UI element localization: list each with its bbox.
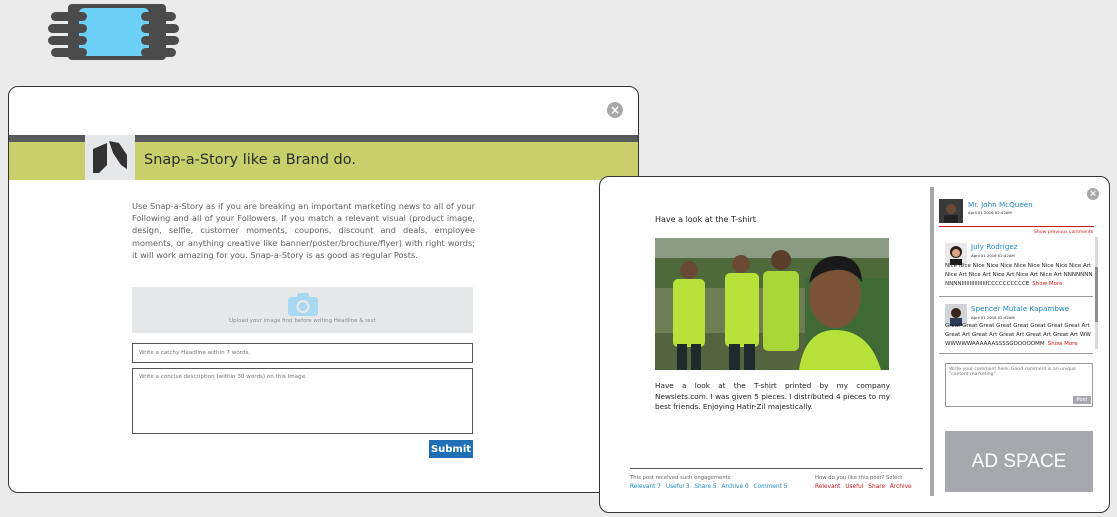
show-previous-comments-link[interactable]: Show previous comments (1034, 230, 1093, 235)
upload-label: Upload your image first before writing H… (229, 318, 376, 324)
post-body: Have a look at the T-shirt printed by my… (655, 381, 890, 411)
panel-title: Snap-a-Story like a Brand do. (144, 152, 356, 168)
comment-input[interactable] (945, 363, 1093, 407)
react-useful[interactable]: Useful (845, 484, 863, 490)
close-icon[interactable]: × (607, 102, 623, 118)
engagement-label: This post received such engagements (630, 475, 731, 481)
comment-text: Great Great Great Great Great Great Grea… (945, 322, 1095, 349)
comment-divider (939, 353, 1093, 354)
newslets-logo-icon (93, 141, 127, 173)
snap-a-story-panel: × Snap-a-Story like a Brand do. Use Snap… (8, 86, 639, 493)
stat-relevant[interactable]: Relevant 7 (630, 484, 661, 490)
stat-comment[interactable]: Comment 5 (754, 484, 788, 490)
commenter-name[interactable]: July Rodrigez (971, 242, 1018, 251)
brand-logo (85, 135, 135, 180)
author-name[interactable]: Mr. John McQueen (968, 200, 1033, 209)
comment-body: Nice Nice Nice Nice Nice Nice Nice Nice … (945, 263, 1093, 287)
commenter-name[interactable]: Spencer Mutale Kapambwe (971, 304, 1069, 313)
stat-share[interactable]: Share 5 (694, 484, 716, 490)
react-share[interactable]: Share (868, 484, 885, 490)
intro-text: Use Snap-a-Story as if you are breaking … (132, 201, 475, 260)
post-comment-button[interactable]: Post (1073, 396, 1091, 404)
stat-useful[interactable]: Useful 3 (666, 484, 690, 490)
submit-button[interactable]: Submit (429, 440, 473, 458)
react-relevant[interactable]: Relevant (815, 484, 840, 490)
panel-divider (930, 187, 934, 496)
post-preview-panel: × Have a look at the T-shirt Have a look… (599, 176, 1110, 513)
engagement-stats: Relevant 7 Useful 3 Share 5 Archive 0 Co… (630, 484, 790, 490)
post-photo (655, 238, 889, 370)
react-archive[interactable]: Archive (890, 484, 912, 490)
comment-divider (939, 296, 1093, 297)
stat-archive[interactable]: Archive 0 (721, 484, 748, 490)
reaction-options: Relevant Useful Share Archive (815, 484, 915, 490)
author-date: April 01 2016 02:42AM (968, 210, 1012, 215)
reaction-question: How do you like this post? Select (815, 475, 903, 481)
headline-input[interactable] (132, 343, 473, 363)
post-title: Have a look at the T-shirt (655, 215, 756, 224)
scrollbar-thumb[interactable] (1095, 267, 1098, 322)
comment-text: Nice Nice Nice Nice Nice Nice Nice Nice … (945, 262, 1095, 289)
avatar[interactable] (939, 199, 963, 223)
image-upload-area[interactable]: Upload your image first before writing H… (132, 287, 473, 333)
author-divider (939, 226, 1094, 227)
tablet-hands-icon (48, 4, 179, 60)
camera-icon (288, 293, 318, 316)
ad-space: AD SPACE (945, 431, 1093, 492)
show-more-link[interactable]: Show More (1032, 281, 1062, 287)
comment-date: April 01 2016 02:42AM (971, 253, 1015, 258)
show-more-link[interactable]: Show More (1048, 341, 1078, 347)
close-icon[interactable]: × (1087, 188, 1099, 200)
engagement-divider (630, 468, 923, 469)
comment-date: April 01 2016 02:42AM (971, 315, 1015, 320)
author-photo (939, 199, 963, 223)
description-input[interactable] (132, 368, 473, 434)
